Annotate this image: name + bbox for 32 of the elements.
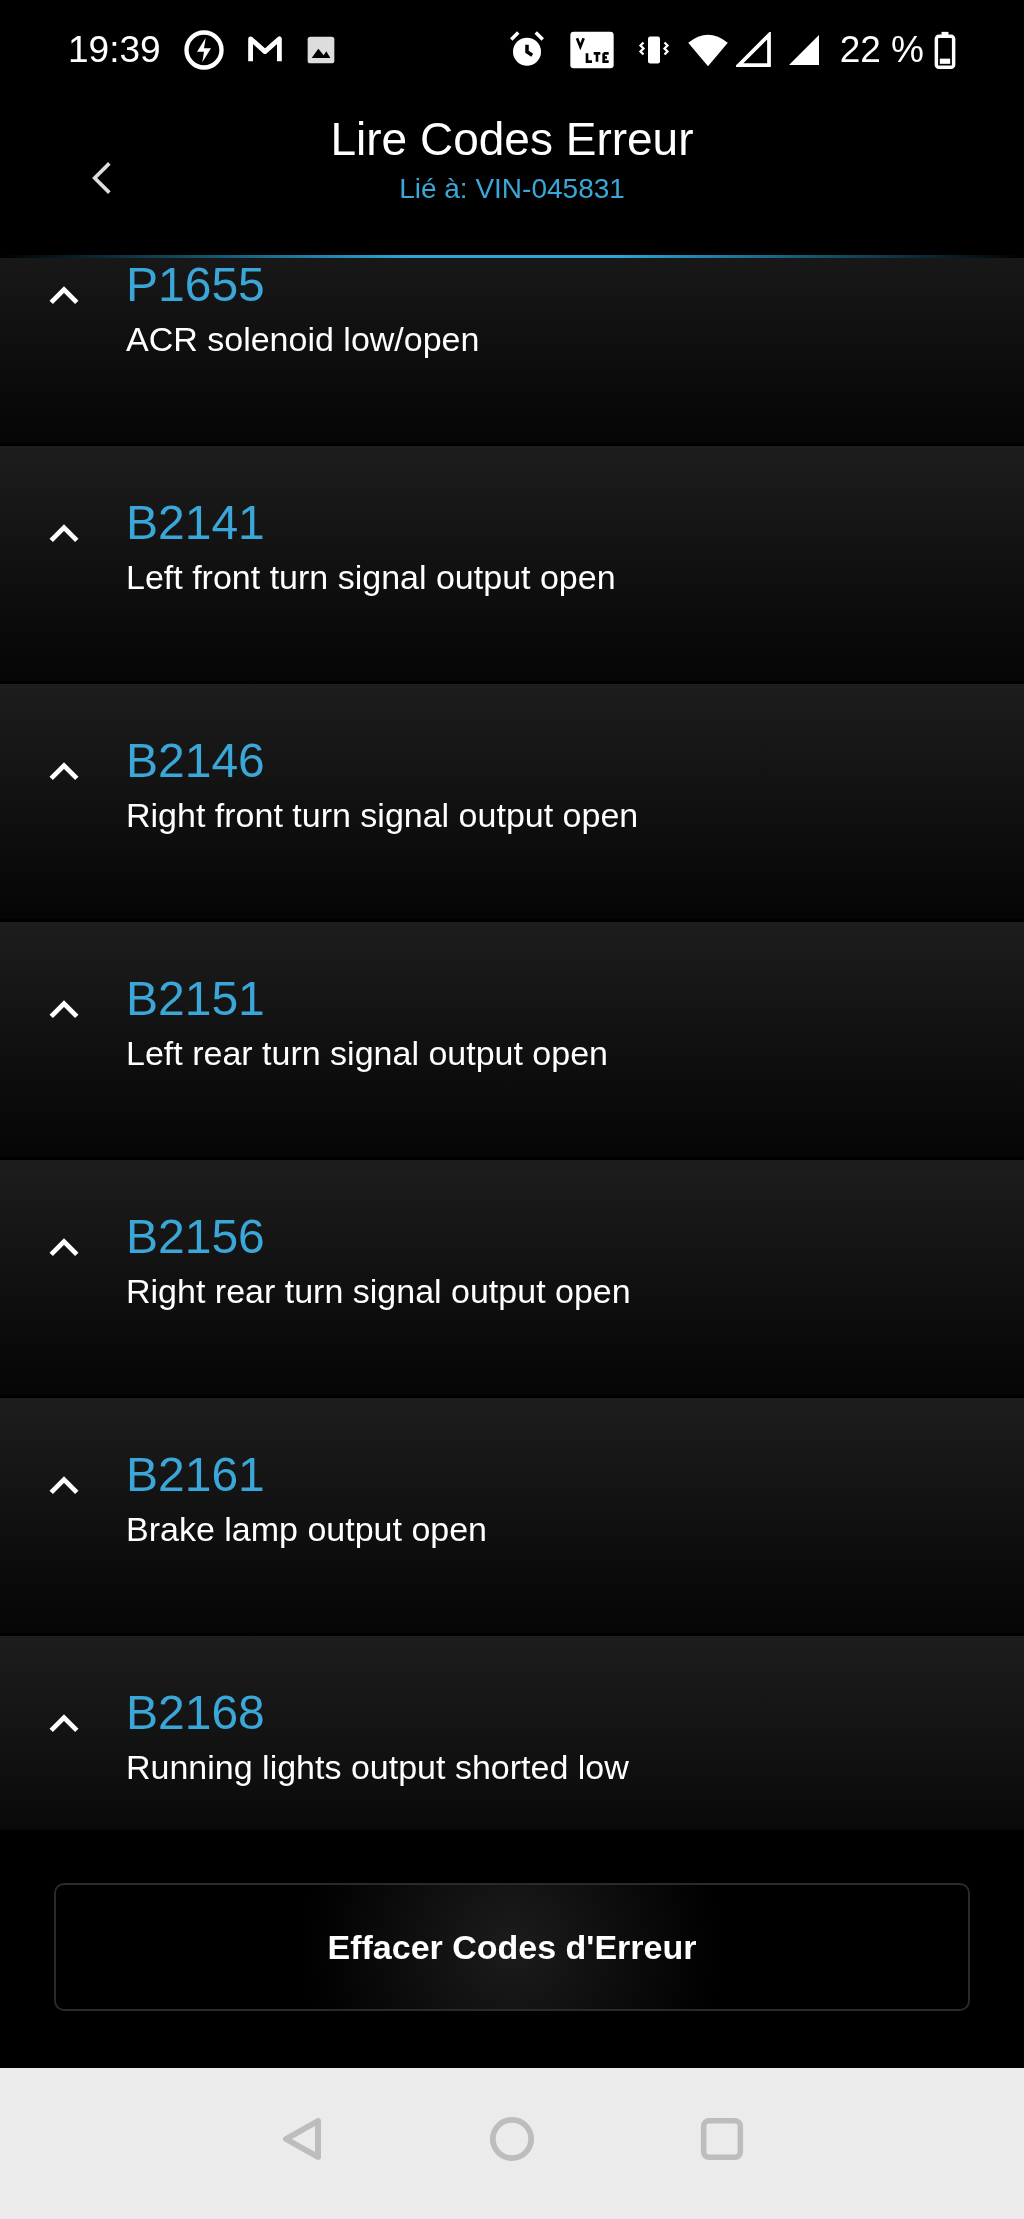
error-code-card[interactable]: B2168 Running lights output shorted low	[0, 1636, 1024, 1830]
volte-icon	[567, 30, 616, 70]
nav-recents-icon[interactable]	[700, 2116, 744, 2161]
error-code: B2161	[126, 1447, 266, 1503]
signal-icon	[735, 32, 772, 68]
error-code-card[interactable]: P1655 ACR solenoid low/open	[0, 258, 1024, 443]
error-description: ACR solenoid low/open	[126, 319, 480, 360]
screen-title: Lire Codes Erreur	[330, 112, 694, 167]
battery-percentage: 22 %	[839, 28, 924, 73]
clear-codes-button[interactable]: Effacer Codes d'Erreur	[54, 1883, 970, 2011]
error-code: B2151	[126, 971, 266, 1027]
error-code-card[interactable]: B2151 Left rear turn signal output open	[0, 922, 1024, 1157]
status-time: 19:39	[68, 28, 161, 73]
error-description: Brake lamp output open	[126, 1509, 488, 1550]
error-code: P1655	[126, 258, 266, 313]
error-code: B2168	[126, 1685, 266, 1741]
nav-home-icon[interactable]	[489, 2115, 535, 2162]
vehicle-subtitle: Lié à: VIN-045831	[399, 172, 625, 206]
error-code-card[interactable]: B2141 Left front turn signal output open	[0, 446, 1024, 681]
error-description: Running lights output shorted low	[126, 1747, 629, 1788]
error-code-card[interactable]: B2156 Right rear turn signal output open	[0, 1160, 1024, 1395]
error-description: Right front turn signal output open	[126, 795, 639, 836]
error-code-card[interactable]: B2161 Brake lamp output open	[0, 1398, 1024, 1633]
error-code: B2141	[126, 495, 266, 551]
bolt-icon	[182, 29, 225, 71]
error-description: Left rear turn signal output open	[126, 1033, 608, 1074]
error-code: B2146	[126, 733, 266, 789]
error-code-card[interactable]: B2146 Right front turn signal output open	[0, 684, 1024, 919]
error-description: Left front turn signal output open	[126, 557, 616, 598]
error-description: Right rear turn signal output open	[126, 1271, 631, 1312]
battery-icon	[934, 31, 956, 69]
error-code: B2156	[126, 1209, 266, 1265]
